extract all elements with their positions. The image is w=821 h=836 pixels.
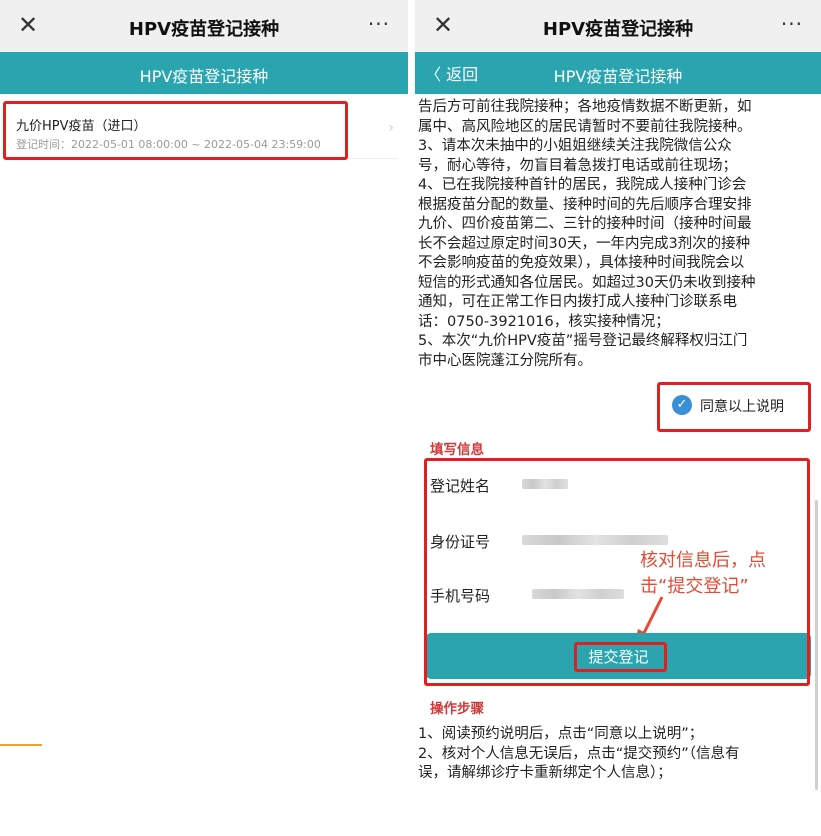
highlight-box-vaccine	[3, 101, 348, 160]
left-screen: ✕ HPV疫苗登记接种 ··· HPV疫苗登记接种 九价HPV疫苗（进口） 登记…	[0, 0, 408, 836]
step-line: 1、阅读预约说明后，点击“同意以上说明”；	[418, 726, 704, 742]
notice-line: 根据疫苗分配的数量、接种时间的先后顺序合理安排	[418, 196, 752, 213]
notice-line: 短信的形式通知各位居民。如超过30天仍未收到接种	[418, 274, 756, 291]
page-header: 〈 返回 HPV疫苗登记接种	[415, 52, 821, 94]
notice-line: 长不会超过原定时间30天，一年内完成3剂次的接种	[418, 235, 751, 252]
notice-line: 市中心医院蓬江分院所有。	[418, 352, 592, 369]
page-header: HPV疫苗登记接种	[0, 52, 408, 94]
window-title: HPV疫苗登记接种	[542, 19, 694, 40]
decorative-line	[0, 744, 42, 746]
highlight-box-form	[424, 458, 810, 686]
wechat-top-bar: ✕ HPV疫苗登记接种 ···	[415, 0, 821, 52]
fill-section-title: 填写信息	[430, 442, 484, 458]
more-icon[interactable]: ···	[368, 12, 390, 36]
highlight-box-agree	[657, 382, 811, 432]
more-icon[interactable]: ···	[781, 12, 803, 36]
panel-divider	[408, 0, 415, 836]
notice-line: 九价、四价疫苗第二、三针的接种时间（接种时间最	[418, 216, 752, 232]
scrollbar[interactable]	[815, 500, 818, 790]
chevron-right-icon: ›	[388, 120, 394, 136]
steps-section-title: 操作步骤	[430, 701, 484, 717]
page-title: HPV疫苗登记接种	[139, 67, 269, 86]
notice-line: 4、已在我院接种首针的居民，我院成人接种门诊会	[418, 177, 747, 193]
notice-line: 3、请本次未抽中的小姐姐继续关注我院微信公众	[418, 138, 732, 154]
notice-text: 告后方可前往我院接种；各地疫情数据不断更新，如 属中、高风险地区的居民请暂时不要…	[418, 98, 806, 371]
window-title: HPV疫苗登记接种	[128, 19, 280, 40]
notice-line: 号，耐心等待，勿盲目着急拨打电话或前往现场；	[418, 157, 737, 174]
notice-line: 告后方可前往我院接种；各地疫情数据不断更新，如	[418, 99, 752, 115]
notice-line: 话：0750-3921016，核实接种情况；	[418, 313, 670, 330]
page-title: HPV疫苗登记接种	[553, 67, 683, 86]
notice-line: 不会影响疫苗的免疫效果），具体接种时间我院会以	[418, 255, 745, 271]
steps-text: 1、阅读预约说明后，点击“同意以上说明”； 2、核对个人信息无误后，点击“提交预…	[418, 725, 804, 784]
wechat-top-bar: ✕ HPV疫苗登记接种 ···	[0, 0, 408, 52]
notice-line: 通知，可在正常工作日内拨打成人接种门诊联系电	[418, 294, 737, 310]
step-line: 2、核对个人信息无误后，点击“提交预约”（信息有	[418, 745, 740, 762]
step-line: 误，请解绑诊疗卡重新绑定个人信息）；	[418, 765, 672, 781]
notice-line: 属中、高风险地区的居民请暂时不要前往我院接种。	[418, 118, 752, 135]
notice-line: 5、本次“九价HPV疫苗”摇号登记最终解释权归江门	[418, 333, 748, 349]
